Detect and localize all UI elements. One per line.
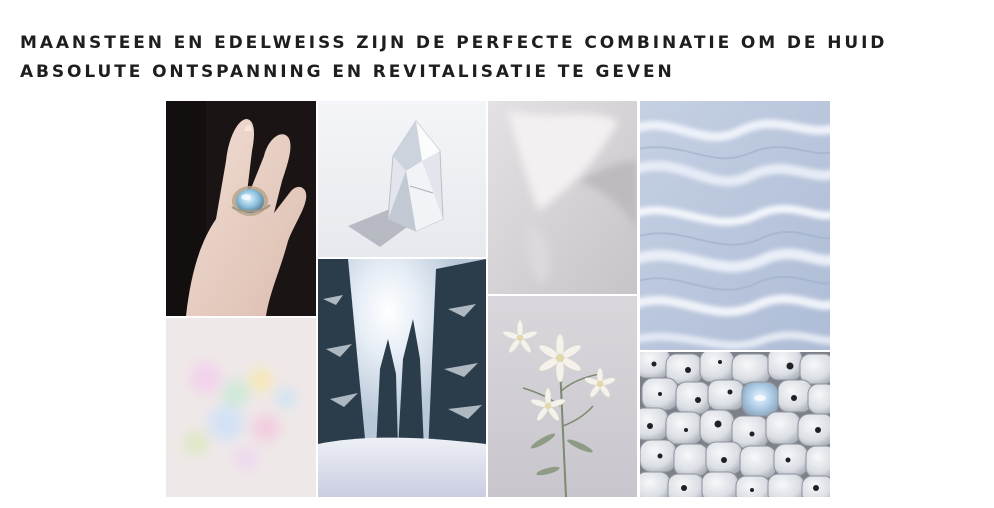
opal-iridescence-photo (166, 318, 316, 497)
snowy-forest-photo (318, 259, 486, 497)
edelweiss-flower-photo (488, 296, 637, 497)
headline: MAANSTEEN EN EDELWEISS ZIJN DE PERFECTE … (20, 29, 960, 87)
moonstone-ring-photo (166, 101, 316, 316)
soft-petal-photo (488, 101, 637, 294)
headline-line-1: MAANSTEEN EN EDELWEISS ZIJN DE PERFECTE … (20, 33, 888, 53)
cream-texture-photo (640, 101, 830, 350)
moonstones-photo (640, 352, 830, 497)
headline-line-2: ABSOLUTE ONTSPANNING EN REVITALISATIE TE… (20, 62, 675, 82)
quartz-crystal-photo (318, 101, 486, 257)
